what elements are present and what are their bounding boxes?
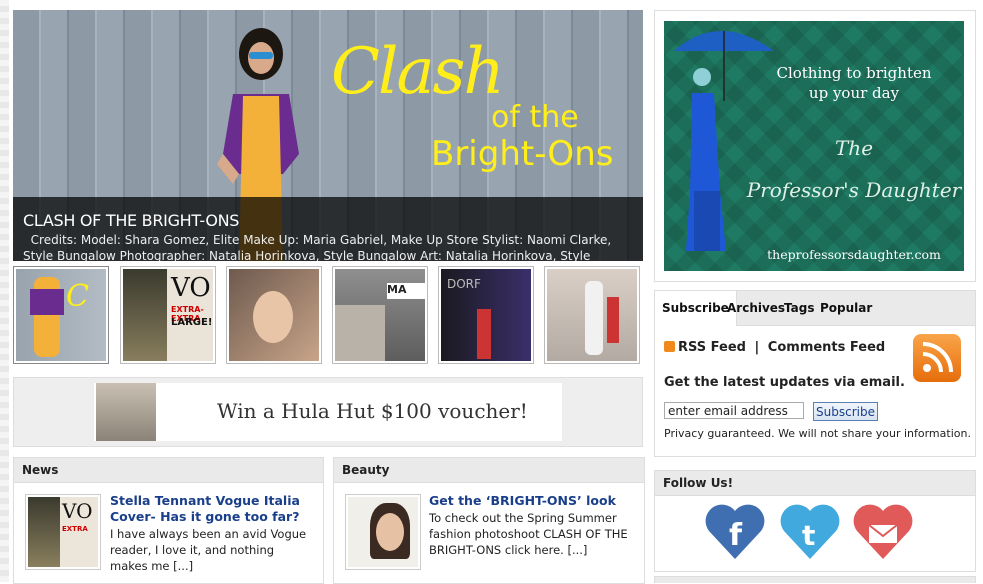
follow-heading: Follow Us! xyxy=(655,471,975,496)
slide-credits: Credits: Model: Shara Gomez, Elite Make … xyxy=(23,232,633,261)
ad-tagline-line1: Clothing to brighten xyxy=(776,64,932,82)
ad-text: Win a Hula Hut $100 voucher! xyxy=(217,399,528,423)
slide-art-bright-ons: Bright-Ons xyxy=(431,134,614,174)
left-decorative-stripe xyxy=(0,0,9,582)
professors-daughter-ad[interactable]: Clothing to brighten up your day The Pro… xyxy=(664,21,964,271)
twitter-heart-icon[interactable]: t xyxy=(778,501,842,561)
credits-suffix: Make Up: Maria Gabriel, Make Up Store St… xyxy=(239,233,612,247)
slide-title[interactable]: CLASH OF THE BRIGHT-ONS xyxy=(23,211,633,230)
thumbnail-image: DORF xyxy=(441,269,531,361)
ad-model-image xyxy=(96,383,156,441)
beauty-post-excerpt: To check out the Spring Summer fashion p… xyxy=(429,511,628,557)
beauty-post-thumbnail[interactable] xyxy=(345,494,421,570)
tab-popular[interactable]: Popular xyxy=(820,301,872,315)
ad-brand: The Professor's Daughter xyxy=(744,127,964,211)
beauty-post-title[interactable]: Get the ‘BRIGHT-ONS’ look xyxy=(429,493,634,509)
email-signup-label: Get the latest updates via email. xyxy=(664,375,905,390)
tab-archives[interactable]: Archives xyxy=(727,301,785,315)
rss-small-icon xyxy=(664,341,675,352)
facebook-heart-icon[interactable]: f xyxy=(703,501,767,561)
thumbnail-image xyxy=(229,269,319,361)
thumbnail-image: VO EXTRA-EXTRA LARGE! xyxy=(123,269,213,361)
ad-brand-line2: Professor's Daughter xyxy=(746,178,962,202)
privacy-note: Privacy guaranteed. We will not share yo… xyxy=(664,427,971,440)
follow-us-widget: Follow Us! f t xyxy=(654,470,976,572)
news-post-title[interactable]: Stella Tennant Vogue Italia Cover- Has i… xyxy=(110,493,315,525)
featured-slider[interactable]: Clash of the Bright-Ons CLASH OF THE BRI… xyxy=(13,10,643,261)
ad-banner-container: Win a Hula Hut $100 voucher! xyxy=(13,377,643,447)
news-panel: News VO EXTRA Stella Tennant Vogue Itali… xyxy=(13,457,324,584)
beauty-heading: Beauty xyxy=(334,458,644,483)
comments-feed-link[interactable]: Comments Feed xyxy=(768,340,885,355)
slider-thumbnails: C VO EXTRA-EXTRA LARGE! MA DORF xyxy=(13,266,645,368)
thumbnail-6[interactable] xyxy=(544,266,640,364)
rss-feed-link[interactable]: RSS Feed xyxy=(678,340,746,355)
subscribe-button[interactable]: Subscribe xyxy=(813,402,878,421)
ad-url: theprofessorsdaughter.com xyxy=(767,247,941,262)
tab-subscribe[interactable]: Subscribe xyxy=(655,291,737,326)
slide-caption: CLASH OF THE BRIGHT-ONS Credits: Model: … xyxy=(13,197,643,261)
rss-large-icon[interactable] xyxy=(913,334,961,382)
beauty-panel: Beauty Get the ‘BRIGHT-ONS’ look To chec… xyxy=(333,457,645,584)
thumbnail-image: C xyxy=(16,269,106,361)
credits-elite: Elite xyxy=(213,233,240,247)
ad-brand-line1: The xyxy=(834,136,874,160)
subscribe-widget: Subscribe Archives Tags Popular RSS Feed… xyxy=(654,290,976,457)
feed-links: RSS Feed | Comments Feed xyxy=(664,340,885,355)
widget-tabs: Subscribe Archives Tags Popular xyxy=(655,291,975,326)
svg-text:f: f xyxy=(729,518,743,553)
hula-hut-ad[interactable]: Win a Hula Hut $100 voucher! xyxy=(94,383,562,441)
sidebar-ad-container: Clothing to brighten up your day The Pro… xyxy=(654,10,976,282)
slide-art-of-the: of the xyxy=(491,100,579,135)
ad-tagline: Clothing to brighten up your day xyxy=(664,63,964,103)
email-field[interactable] xyxy=(664,402,804,419)
thumbnail-image: MA xyxy=(335,269,425,361)
news-heading: News xyxy=(14,458,323,483)
credits-line2: Style Bungalow Photographer: Natalia Hor… xyxy=(23,249,591,261)
thumbnail-5[interactable]: DORF xyxy=(438,266,534,364)
svg-text:t: t xyxy=(802,519,815,552)
thumbnail-2[interactable]: VO EXTRA-EXTRA LARGE! xyxy=(120,266,216,364)
news-post-excerpt: I have always been an avid Vogue reader,… xyxy=(110,527,307,573)
tab-tags[interactable]: Tags xyxy=(784,301,814,315)
credits-prefix: Credits: Model: Shara Gomez, xyxy=(30,233,214,247)
slide-art-clash: Clash xyxy=(331,35,505,109)
thumbnail-1[interactable]: C xyxy=(13,266,109,364)
thumbnail-3[interactable] xyxy=(226,266,322,364)
thumbnail-4[interactable]: MA xyxy=(332,266,428,364)
email-heart-icon[interactable] xyxy=(851,501,915,561)
news-post-thumbnail[interactable]: VO EXTRA xyxy=(25,494,101,570)
thumbnail-image xyxy=(547,269,637,361)
ad-tagline-line2: up your day xyxy=(808,84,900,102)
feed-separator: | xyxy=(754,340,760,355)
